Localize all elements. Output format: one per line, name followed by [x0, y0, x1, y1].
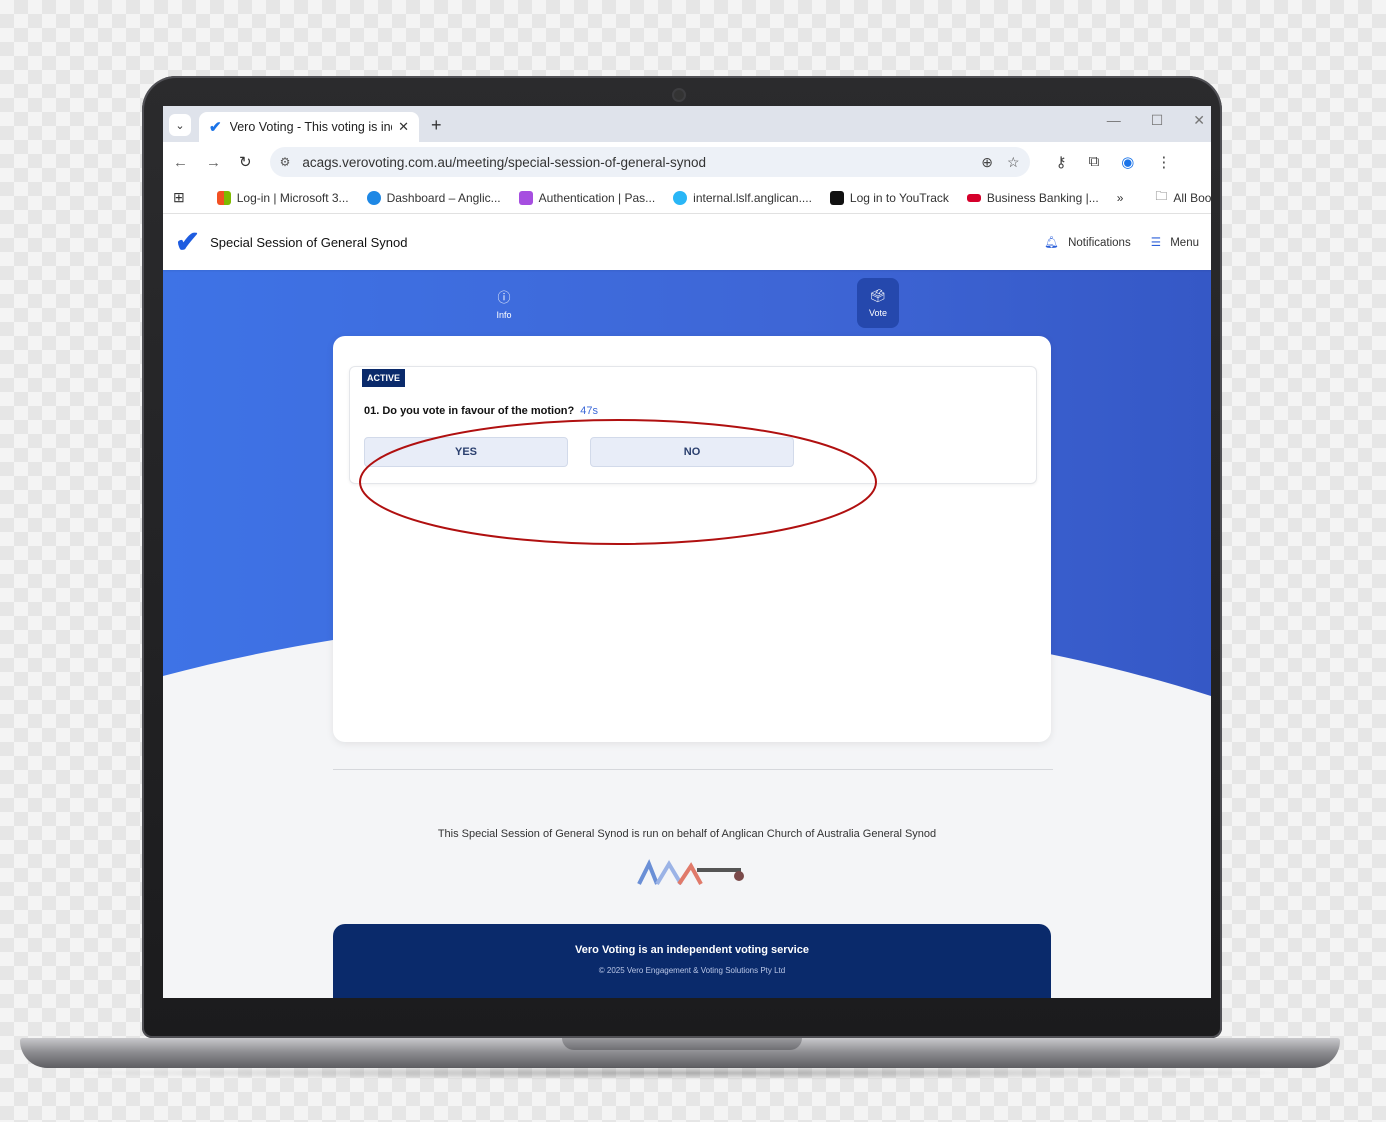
folder-icon: 🗀	[1155, 189, 1168, 203]
back-arrow-icon[interactable]: ←	[173, 154, 188, 171]
maximize-icon[interactable]: ☐	[1151, 112, 1164, 129]
microsoft-icon	[216, 190, 231, 205]
bookmark-internal[interactable]: internal.lslf.anglican....	[673, 190, 812, 205]
minimize-icon[interactable]: —	[1107, 112, 1121, 129]
laptop-shadow	[60, 1066, 1300, 1080]
meeting-title: Special Session of General Synod	[210, 234, 408, 250]
notifications-button[interactable]: 🔔︎ Notifications	[1044, 235, 1130, 249]
status-badge: ACTIVE	[362, 369, 406, 387]
reload-icon[interactable]: ↻	[239, 153, 252, 171]
url-omnibox[interactable]: ⚙ acags.verovoting.com.au/meeting/specia…	[269, 147, 1030, 177]
footer-note: This Special Session of General Synod is…	[437, 828, 937, 840]
laptop-screen: ⌄ ✔ Vero Voting - This voting is inde ✕ …	[163, 106, 1211, 998]
more-menu-icon[interactable]: ⋮	[1156, 153, 1171, 171]
password-key-icon[interactable]: ⚷	[1056, 153, 1067, 171]
window-close-icon[interactable]: ✕	[1193, 112, 1205, 129]
bookmark-business-banking[interactable]: Business Banking |...	[966, 191, 1099, 205]
info-icon: ⓘ	[497, 289, 511, 305]
bookmark-dashboard[interactable]: Dashboard – Anglic...	[366, 190, 501, 205]
vero-logo-icon[interactable]: ✔	[175, 225, 200, 260]
menu-button[interactable]: ☰ Menu	[1151, 235, 1199, 249]
bookmark-microsoft[interactable]: Log-in | Microsoft 3...	[216, 190, 349, 205]
internal-site-icon	[673, 190, 688, 205]
footer-copyright: © 2025 Vero Engagement & Voting Solution…	[598, 966, 786, 975]
bookmark-youtrack[interactable]: Log in to YouTrack	[829, 190, 949, 205]
footer-title: Vero Voting is an independent voting ser…	[575, 944, 809, 956]
footer-divider	[333, 769, 1053, 770]
anglican-church-logo-icon	[637, 859, 744, 886]
footer-bar: Vero Voting is an independent voting ser…	[333, 924, 1051, 998]
camera-icon	[672, 88, 686, 102]
bookmarks-overflow-button[interactable]: »	[1117, 191, 1124, 205]
youtrack-icon	[829, 190, 844, 205]
bookmark-authentication[interactable]: Authentication | Pas...	[518, 190, 655, 205]
header-actions: 🔔︎ Notifications ☰ Menu	[1044, 235, 1199, 249]
info-nav-button[interactable]: ⓘ Info	[483, 278, 525, 328]
authentication-icon	[518, 190, 533, 205]
forward-arrow-icon[interactable]: →	[206, 154, 221, 171]
annotation-ellipse	[359, 419, 877, 545]
dashboard-icon	[366, 190, 381, 205]
window-controls: — ☐ ✕	[1107, 112, 1205, 129]
all-bookmarks-button[interactable]: 🗀 All Bookmarks	[1155, 187, 1211, 208]
hamburger-menu-icon: ☰	[1150, 237, 1162, 249]
bell-icon: 🔔︎	[1044, 237, 1059, 249]
vote-nav-button[interactable]: 🗳︎ Vote	[857, 278, 899, 328]
browser-toolbar: ⚷ ⧉ ◉ ⋮	[1056, 153, 1172, 171]
new-tab-button[interactable]: +	[431, 115, 442, 136]
extensions-icon[interactable]: ⧉	[1089, 153, 1100, 171]
profile-icon[interactable]: ◉	[1121, 153, 1134, 171]
zoom-icon[interactable]: ⊕	[981, 154, 993, 171]
browser-tab-active[interactable]: ✔ Vero Voting - This voting is inde ✕	[199, 112, 419, 142]
tab-search-chevron-icon[interactable]: ⌄	[169, 114, 191, 136]
westpac-icon	[966, 193, 981, 202]
site-settings-icon[interactable]: ⚙	[280, 155, 291, 169]
bookmark-star-icon[interactable]: ☆	[1007, 154, 1020, 171]
laptop-notch	[562, 1038, 802, 1050]
app-header: ✔ Special Session of General Synod 🔔︎ No…	[163, 214, 1211, 270]
ballot-box-icon: 🗳︎	[869, 288, 887, 303]
vero-check-icon: ✔	[209, 119, 222, 136]
close-icon[interactable]: ✕	[398, 119, 409, 135]
apps-grid-icon[interactable]: ⊞	[173, 189, 185, 206]
tab-title: Vero Voting - This voting is inde	[229, 120, 393, 134]
bookmarks-bar: ⊞ Log-in | Microsoft 3... Dashboard – An…	[163, 182, 1211, 214]
browser-address-bar: ← → ↻ ⚙ acags.verovoting.com.au/meeting/…	[163, 142, 1211, 182]
browser-tab-bar: ⌄ ✔ Vero Voting - This voting is inde ✕ …	[163, 106, 1211, 142]
url-text[interactable]: acags.verovoting.com.au/meeting/special-…	[302, 155, 967, 170]
